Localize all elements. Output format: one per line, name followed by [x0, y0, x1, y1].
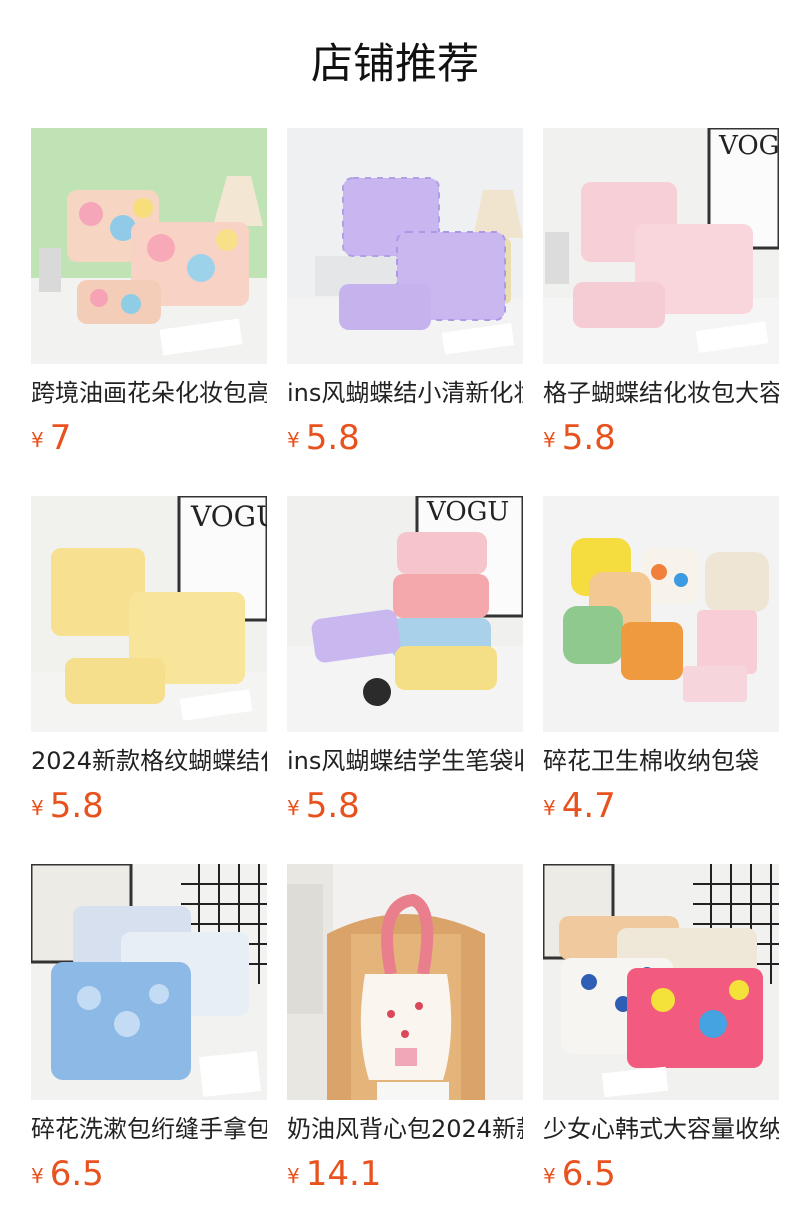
currency-symbol: ¥: [31, 796, 44, 820]
product-image[interactable]: [287, 128, 523, 364]
product-price: ¥5.8: [287, 418, 523, 464]
product-name[interactable]: 格子蝴蝶结化妆包大容量: [543, 378, 779, 408]
currency-symbol: ¥: [543, 796, 556, 820]
currency-symbol: ¥: [287, 796, 300, 820]
product-name[interactable]: 2024新款格纹蝴蝶结化妆包: [31, 746, 267, 776]
currency-symbol: ¥: [543, 1164, 556, 1188]
product-grid: 跨境油画花朵化妆包高颜值 ¥7 ins风蝴蝶结小清新化妆包 ¥5.8: [0, 0, 790, 1232]
product-card[interactable]: 跨境油画花朵化妆包高颜值 ¥7: [31, 128, 267, 464]
price-amount: 5.8: [305, 786, 360, 826]
svg-text:VOGU: VOGU: [190, 500, 267, 533]
currency-symbol: ¥: [543, 428, 556, 452]
product-card[interactable]: 奶油风背心包2024新款 ¥14.1: [287, 864, 523, 1200]
product-name[interactable]: ins风蝴蝶结学生笔袋收纳: [287, 746, 523, 776]
product-card[interactable]: VOGU ins风蝴蝶结学生笔袋收纳 ¥5.8: [287, 496, 523, 832]
svg-text:VOGU: VOGU: [426, 497, 509, 527]
product-image[interactable]: [287, 864, 523, 1100]
product-price: ¥6.5: [31, 1154, 267, 1200]
currency-symbol: ¥: [31, 428, 44, 452]
product-card[interactable]: VOG 格子蝴蝶结化妆包大容量 ¥5.8: [543, 128, 779, 464]
product-card[interactable]: ins风蝴蝶结小清新化妆包 ¥5.8: [287, 128, 523, 464]
product-card[interactable]: 少女心韩式大容量收纳包 ¥6.5: [543, 864, 779, 1200]
price-amount: 7: [49, 418, 72, 458]
product-card[interactable]: 碎花卫生棉收纳包袋 ¥4.7: [543, 496, 779, 832]
price-amount: 5.8: [561, 418, 616, 458]
product-image[interactable]: VOG: [543, 128, 779, 364]
product-price: ¥5.8: [543, 418, 779, 464]
price-amount: 5.8: [49, 786, 104, 826]
product-price: ¥5.8: [287, 786, 523, 832]
currency-symbol: ¥: [287, 1164, 300, 1188]
product-image[interactable]: [543, 864, 779, 1100]
price-amount: 6.5: [49, 1154, 104, 1194]
price-amount: 6.5: [561, 1154, 616, 1194]
product-card[interactable]: 碎花洗漱包绗缝手拿包 ¥6.5: [31, 864, 267, 1200]
product-price: ¥5.8: [31, 786, 267, 832]
product-name[interactable]: 跨境油画花朵化妆包高颜值: [31, 378, 267, 408]
product-name[interactable]: 碎花卫生棉收纳包袋: [543, 746, 779, 776]
product-card[interactable]: VOGU 2024新款格纹蝴蝶结化妆包 ¥5.8: [31, 496, 267, 832]
currency-symbol: ¥: [31, 1164, 44, 1188]
product-image[interactable]: [543, 496, 779, 732]
price-amount: 4.7: [561, 786, 616, 826]
product-name[interactable]: ins风蝴蝶结小清新化妆包: [287, 378, 523, 408]
currency-symbol: ¥: [287, 428, 300, 452]
price-amount: 5.8: [305, 418, 360, 458]
product-price: ¥14.1: [287, 1154, 523, 1200]
product-price: ¥7: [31, 418, 267, 464]
product-name[interactable]: 少女心韩式大容量收纳包: [543, 1114, 779, 1144]
product-name[interactable]: 碎花洗漱包绗缝手拿包: [31, 1114, 267, 1144]
product-name[interactable]: 奶油风背心包2024新款: [287, 1114, 523, 1144]
price-amount: 14.1: [305, 1154, 382, 1194]
product-price: ¥6.5: [543, 1154, 779, 1200]
product-image[interactable]: [31, 864, 267, 1100]
product-image[interactable]: VOGU: [287, 496, 523, 732]
product-price: ¥4.7: [543, 786, 779, 832]
svg-text:VOG: VOG: [718, 131, 779, 161]
product-image[interactable]: VOGU: [31, 496, 267, 732]
product-image[interactable]: [31, 128, 267, 364]
